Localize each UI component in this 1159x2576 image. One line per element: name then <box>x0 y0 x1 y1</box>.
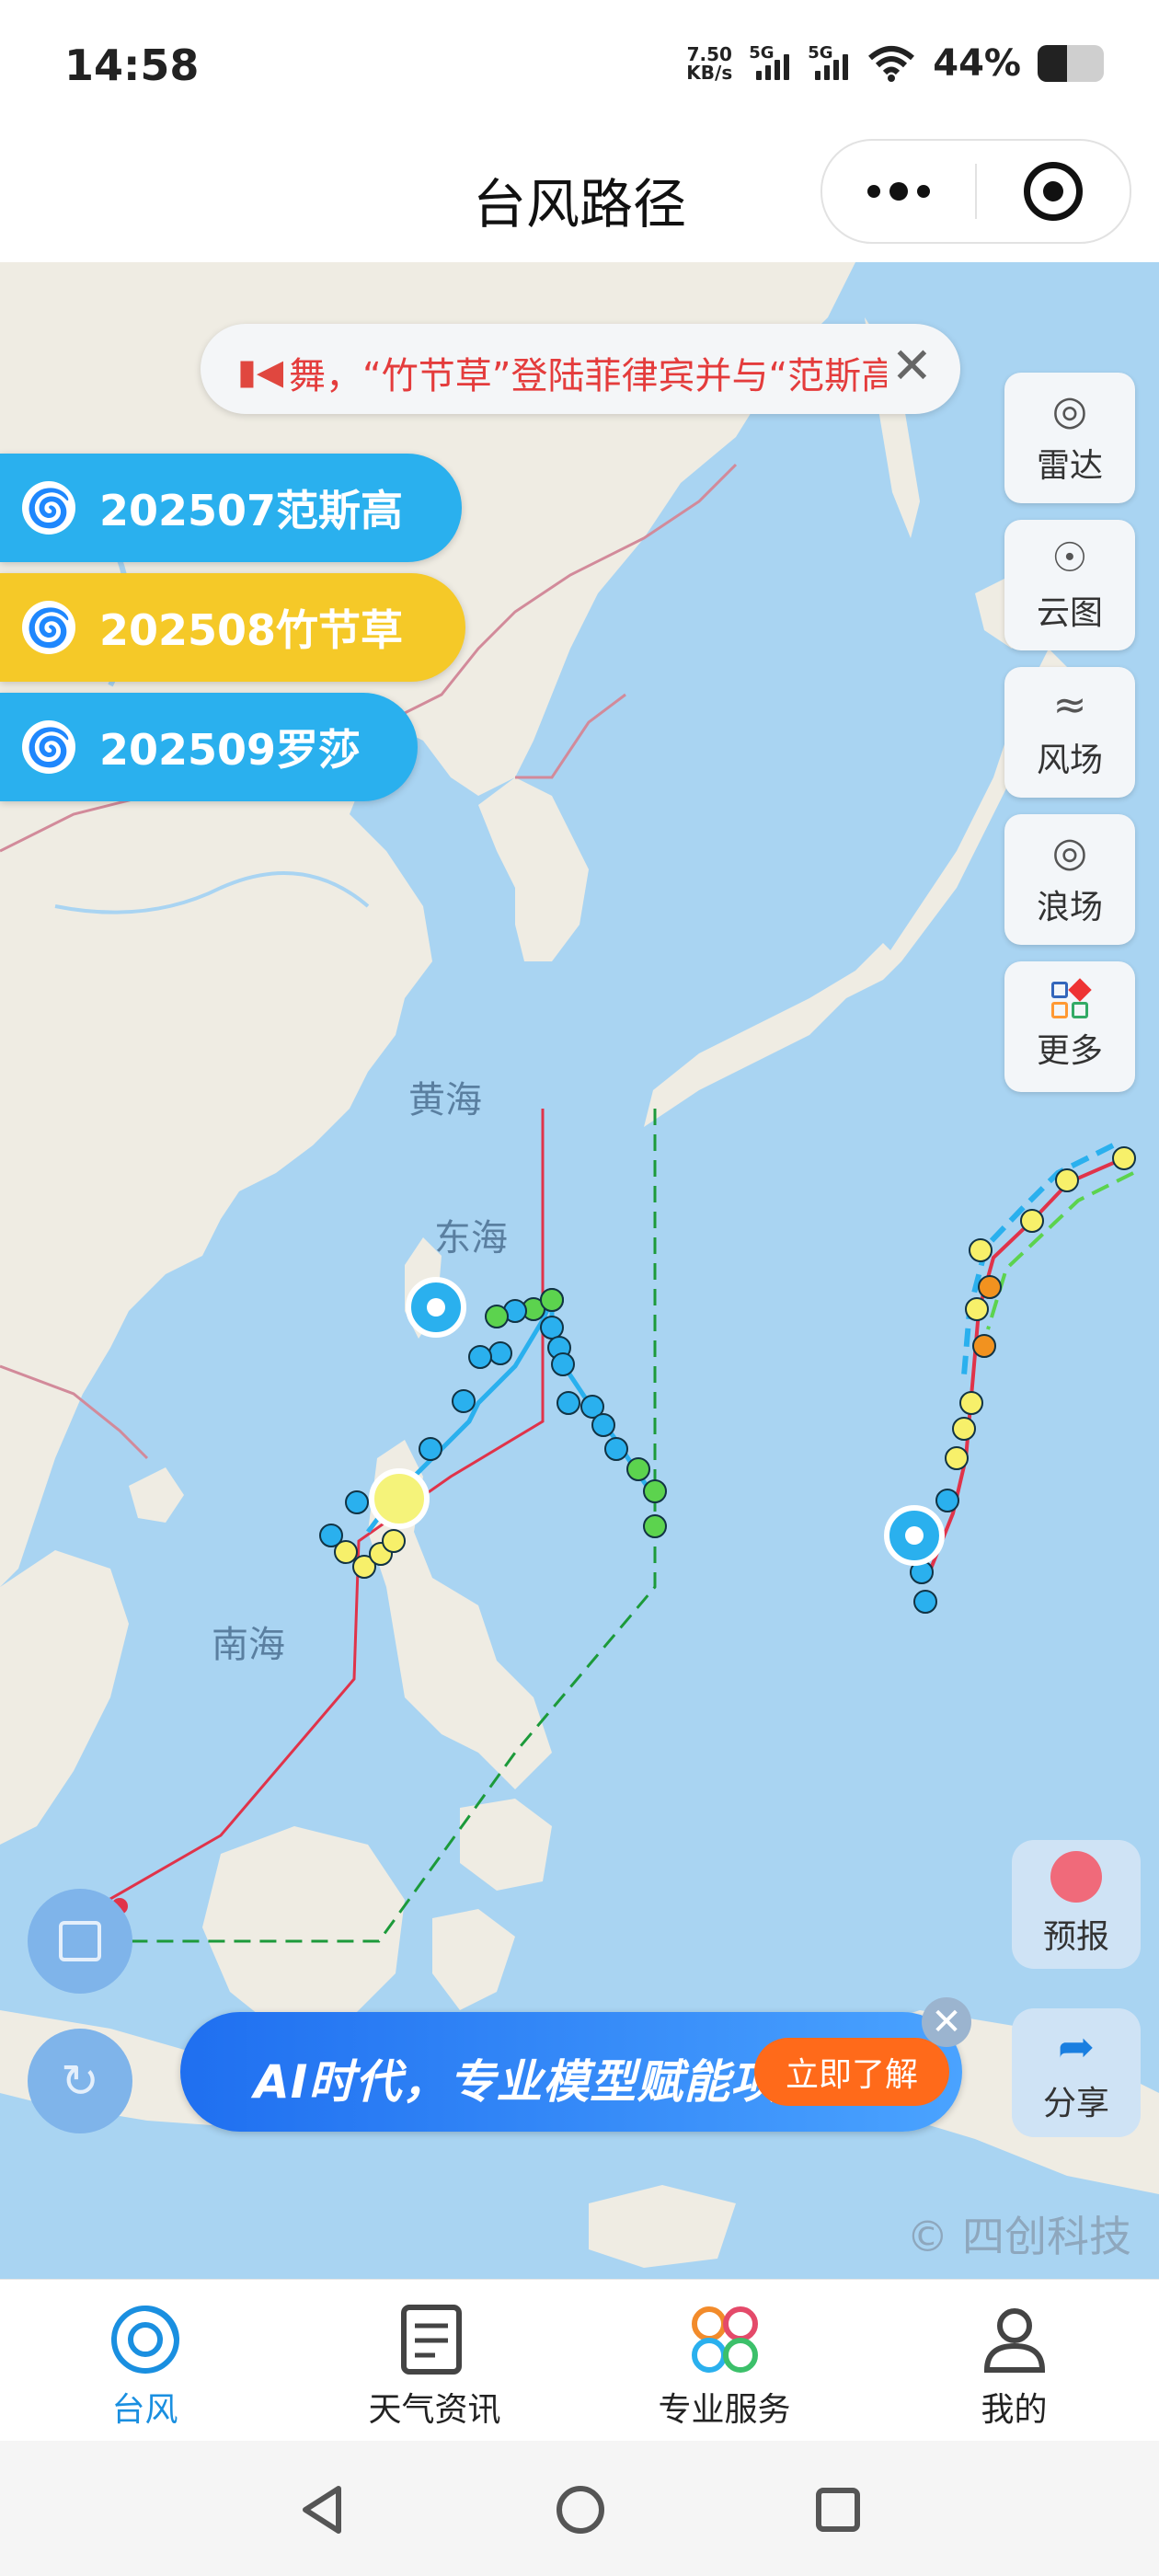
back-icon[interactable] <box>291 2478 355 2542</box>
status-bar: 14:58 7.50 KB/s 5G 5G 44% <box>0 0 1159 133</box>
satellite-icon: ☉ <box>1051 535 1088 581</box>
signal-icon: 5G <box>749 43 791 80</box>
notice-text: 舞，“竹节草”登陆菲律宾并与“范斯高” <box>289 355 887 397</box>
shirt-icon <box>59 1921 101 1961</box>
typhoon-item-202509[interactable]: 🌀 202509罗莎 <box>0 693 418 801</box>
radar-icon: ◎ <box>1051 387 1088 434</box>
system-nav-bar <box>0 2441 1159 2576</box>
tab-mine[interactable]: 我的 <box>869 2280 1159 2442</box>
refresh-button[interactable]: ↻ <box>28 2029 132 2133</box>
services-icon <box>683 2298 766 2381</box>
share-icon: ➦ <box>1057 2021 1096 2073</box>
refresh-icon: ↻ <box>61 2054 99 2108</box>
tool-cloud[interactable]: ☉ 云图 <box>1004 520 1135 650</box>
ad-learn-more-button[interactable]: 立即了解 <box>754 2038 949 2106</box>
notice-marquee[interactable]: ▮◀ 舞，“竹节草”登陆菲律宾并与“范斯高” ✕ <box>201 324 960 414</box>
tab-professional-services[interactable]: 专业服务 <box>580 2280 869 2442</box>
ad-text: AI时代，专业模型赋能项目 <box>254 2055 825 2109</box>
ad-close-icon[interactable]: ✕ <box>922 1997 971 2047</box>
typhoon-icon: 🌀 <box>22 481 75 535</box>
tool-wind[interactable]: ≈ 风场 <box>1004 667 1135 798</box>
sea-label-yellow-sea: 黄海 <box>408 1079 482 1121</box>
typhoon-item-202507[interactable]: 🌀 202507范斯高 <box>0 454 462 562</box>
status-time: 14:58 <box>64 40 200 90</box>
speaker-icon: ▮◀ <box>237 351 284 392</box>
tab-typhoon[interactable]: 台风 <box>0 2280 290 2442</box>
tool-wave[interactable]: ◎ 浪场 <box>1004 814 1135 945</box>
signal-icon: 5G <box>808 43 850 80</box>
layer-toggle-button[interactable] <box>28 1889 132 1994</box>
forecast-button[interactable]: 预报 <box>1012 1840 1141 1969</box>
user-icon <box>973 2298 1056 2381</box>
sea-label-east-sea: 东海 <box>434 1217 508 1259</box>
more-dots-icon[interactable] <box>822 141 975 242</box>
battery-percent: 44% <box>933 42 1021 85</box>
typhoon-icon: 🌀 <box>22 601 75 654</box>
net-speed: 7.50 KB/s <box>686 43 733 84</box>
typhoon-icon <box>104 2298 187 2381</box>
title-bar: 台风路径 <box>0 133 1159 262</box>
ad-banner[interactable]: AI时代，专业模型赋能项目 立即了解 ✕ <box>180 1997 971 2132</box>
tab-weather-news[interactable]: 天气资讯 <box>290 2280 580 2442</box>
recents-icon[interactable] <box>806 2478 870 2542</box>
wind-icon: ≈ <box>1052 682 1087 729</box>
sea-label-south-sea: 南海 <box>212 1624 285 1666</box>
share-button[interactable]: ➦ 分享 <box>1012 2008 1141 2137</box>
typhoon-map[interactable]: 黄海 东海 南海 ▮◀ 舞，“竹节草”登陆菲律宾并与“范斯高” ✕ 🌀 2025… <box>0 262 1159 2279</box>
grid-more-icon <box>1051 978 1092 1018</box>
typhoon-item-202508[interactable]: 🌀 202508竹节草 <box>0 573 465 682</box>
typhoon-track-202509 <box>884 1143 1136 1614</box>
forecast-pin-icon <box>1050 1851 1102 1903</box>
close-icon[interactable]: ✕ <box>891 337 933 395</box>
map-base <box>0 262 1159 2268</box>
tool-more[interactable]: 更多 <box>1004 961 1135 1092</box>
wifi-icon <box>868 46 915 82</box>
watermark: © 四创科技 <box>906 2212 1131 2261</box>
mini-program-capsule <box>820 139 1131 244</box>
target-close-icon[interactable] <box>977 141 1130 242</box>
status-icons: 7.50 KB/s 5G 5G 44% <box>686 42 1104 85</box>
news-icon <box>394 2298 476 2381</box>
battery-icon <box>1038 45 1104 82</box>
typhoon-icon: 🌀 <box>22 720 75 774</box>
tool-radar[interactable]: ◎ 雷达 <box>1004 373 1135 503</box>
home-icon[interactable] <box>548 2478 613 2542</box>
wave-icon: ◎ <box>1051 829 1088 876</box>
tab-bar: 台风 天气资讯 专业服务 我的 <box>0 2279 1159 2442</box>
